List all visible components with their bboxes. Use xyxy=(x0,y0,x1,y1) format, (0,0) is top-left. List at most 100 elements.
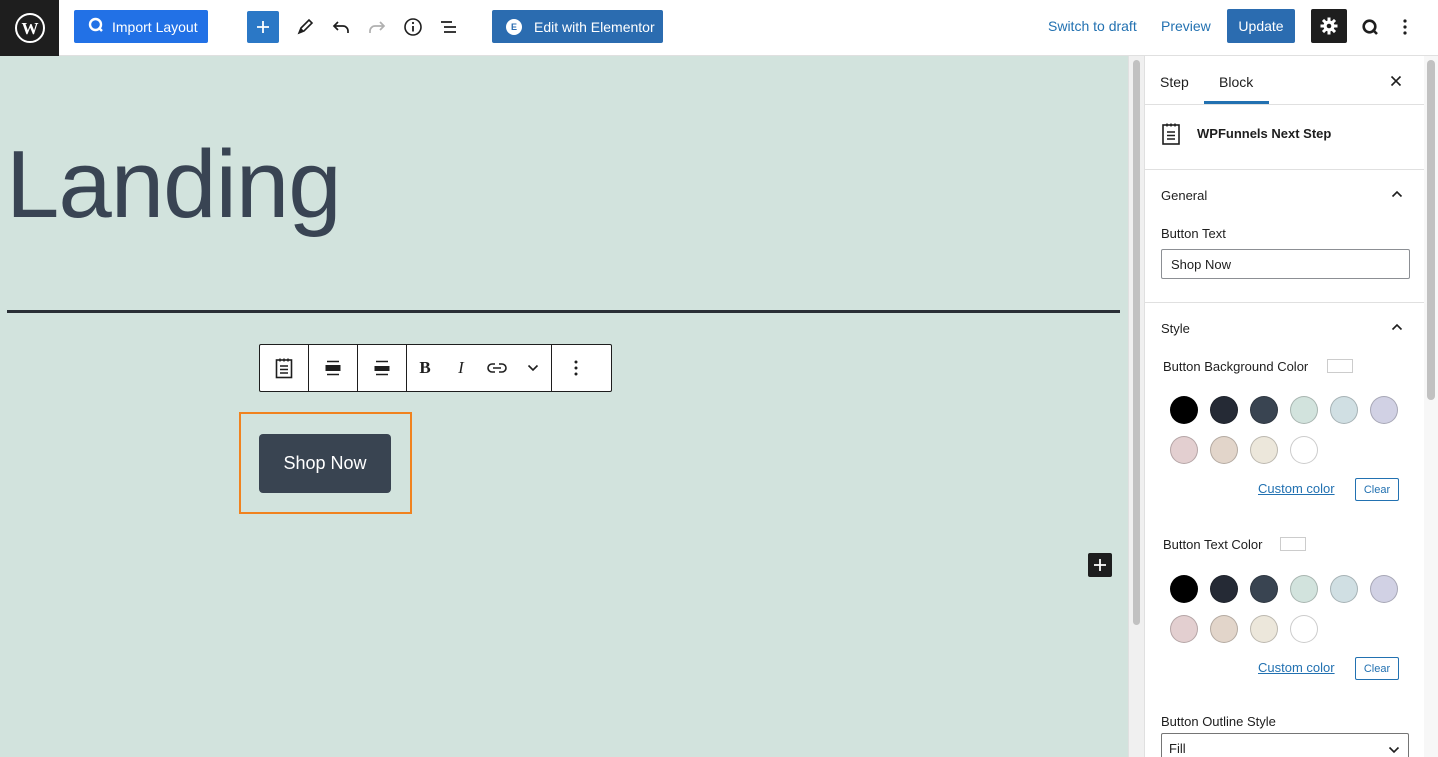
swatch-beige[interactable] xyxy=(1210,615,1238,643)
block-card: WPFunnels Next Step xyxy=(1145,105,1424,170)
general-panel: General Button Text Shop Now xyxy=(1145,170,1424,303)
editor-canvas[interactable]: Landing B I Shop Now xyxy=(0,56,1128,757)
button-text-input[interactable]: Shop Now xyxy=(1161,249,1410,279)
swatch-mint[interactable] xyxy=(1290,396,1318,424)
sidebar-scrollbar[interactable] xyxy=(1424,56,1438,757)
list-view-icon xyxy=(441,21,456,33)
import-layout-label: Import Layout xyxy=(112,18,198,35)
close-sidebar-button[interactable] xyxy=(1385,70,1407,92)
general-panel-title[interactable]: General xyxy=(1161,188,1207,203)
info-icon xyxy=(404,18,422,36)
svg-text:W: W xyxy=(21,19,38,38)
italic-icon: I xyxy=(458,358,464,377)
bg-custom-color-button[interactable]: Custom color xyxy=(1258,481,1335,496)
edit-elementor-label: Edit with Elementor xyxy=(534,18,655,35)
settings-button[interactable] xyxy=(1311,9,1347,43)
swatch-pink[interactable] xyxy=(1170,436,1198,464)
swatch-beige[interactable] xyxy=(1210,436,1238,464)
style-panel-toggle[interactable] xyxy=(1387,317,1407,337)
swatch-black[interactable] xyxy=(1170,396,1198,424)
swatch-mint[interactable] xyxy=(1290,575,1318,603)
block-card-title: WPFunnels Next Step xyxy=(1197,126,1332,141)
more-rich-text-button[interactable] xyxy=(515,345,551,391)
outline-style-select[interactable]: Fill xyxy=(1161,733,1409,757)
style-panel-title[interactable]: Style xyxy=(1161,321,1190,336)
outline-style-value: Fill xyxy=(1169,740,1186,756)
align-wide-button[interactable] xyxy=(309,345,357,391)
redo-icon xyxy=(369,21,386,33)
undo-button[interactable] xyxy=(326,12,356,42)
italic-button[interactable]: I xyxy=(443,345,479,391)
pen-icon xyxy=(297,18,314,35)
plus-icon xyxy=(257,21,269,33)
edit-with-elementor-button[interactable]: E Edit with Elementor xyxy=(492,10,663,43)
swatch-light-blue[interactable] xyxy=(1330,396,1358,424)
tab-step[interactable]: Step xyxy=(1160,74,1189,90)
page-heading[interactable]: Landing xyxy=(6,130,342,240)
plus-icon xyxy=(1094,559,1106,571)
text-clear-button[interactable]: Clear xyxy=(1355,657,1399,680)
swatch-black[interactable] xyxy=(1170,575,1198,603)
bg-color-label: Button Background Color xyxy=(1163,359,1309,374)
swatch-white[interactable] xyxy=(1290,615,1318,643)
swatch-dark-navy[interactable] xyxy=(1210,575,1238,603)
more-vertical-icon xyxy=(574,360,578,376)
settings-sidebar: Step Block WPFunnels Next Step General B… xyxy=(1144,56,1424,757)
q-plugin-button[interactable] xyxy=(1357,12,1383,42)
preview-link[interactable]: Preview xyxy=(1161,18,1211,34)
canvas-scroll-thumb[interactable] xyxy=(1133,60,1140,625)
swatch-slate[interactable] xyxy=(1250,575,1278,603)
swatch-slate[interactable] xyxy=(1250,396,1278,424)
editor-header: W Import Layout E Edit with Elementor Sw… xyxy=(0,0,1438,56)
wordpress-logo-icon[interactable]: W xyxy=(0,0,59,56)
separator-block[interactable] xyxy=(7,310,1120,313)
q-icon xyxy=(1362,19,1378,35)
general-panel-toggle[interactable] xyxy=(1387,184,1407,204)
tab-block[interactable]: Block xyxy=(1219,74,1253,90)
swatch-pink[interactable] xyxy=(1170,615,1198,643)
update-button[interactable]: Update xyxy=(1227,9,1295,43)
swatch-white[interactable] xyxy=(1290,436,1318,464)
undo-icon xyxy=(332,21,349,33)
chevron-down-icon xyxy=(1388,742,1400,757)
add-block-button[interactable] xyxy=(1088,553,1112,577)
swatch-light-blue[interactable] xyxy=(1330,575,1358,603)
swatch-cream[interactable] xyxy=(1250,436,1278,464)
redo-button[interactable] xyxy=(362,12,392,42)
sidebar-scroll-thumb[interactable] xyxy=(1427,60,1435,400)
align-full-button[interactable] xyxy=(358,345,406,391)
canvas-scrollbar[interactable] xyxy=(1128,56,1144,757)
block-options-button[interactable] xyxy=(552,345,600,391)
text-color-label: Button Text Color xyxy=(1163,537,1263,552)
more-vertical-icon xyxy=(1403,19,1407,35)
button-text-label: Button Text xyxy=(1161,226,1226,241)
style-panel: Style Button Background Color Custom col… xyxy=(1145,303,1424,757)
link-button[interactable] xyxy=(479,345,515,391)
swatch-dark-navy[interactable] xyxy=(1210,396,1238,424)
list-view-button[interactable] xyxy=(434,12,464,42)
bg-clear-button[interactable]: Clear xyxy=(1355,478,1399,501)
active-tab-indicator xyxy=(1204,101,1269,104)
options-button[interactable] xyxy=(1393,12,1417,42)
text-color-indicator xyxy=(1280,537,1306,551)
q-logo-icon xyxy=(88,17,104,36)
swatch-lavender[interactable] xyxy=(1370,575,1398,603)
close-icon xyxy=(1390,75,1402,87)
shop-now-button[interactable]: Shop Now xyxy=(259,434,391,493)
gear-icon xyxy=(1320,17,1338,35)
chevron-up-icon xyxy=(1391,323,1403,331)
block-type-button[interactable] xyxy=(260,345,308,391)
bold-button[interactable]: B xyxy=(407,345,443,391)
bold-icon: B xyxy=(419,358,431,377)
details-button[interactable] xyxy=(398,12,428,42)
switch-to-draft-link[interactable]: Switch to draft xyxy=(1048,18,1137,34)
block-inserter-button[interactable] xyxy=(247,11,279,43)
swatch-cream[interactable] xyxy=(1250,615,1278,643)
tools-button[interactable] xyxy=(290,12,320,42)
chevron-down-icon xyxy=(527,364,539,372)
import-layout-button[interactable]: Import Layout xyxy=(74,10,208,43)
swatch-lavender[interactable] xyxy=(1370,396,1398,424)
block-type-icon xyxy=(275,358,293,379)
bg-color-indicator xyxy=(1327,359,1353,373)
text-custom-color-button[interactable]: Custom color xyxy=(1258,660,1335,675)
